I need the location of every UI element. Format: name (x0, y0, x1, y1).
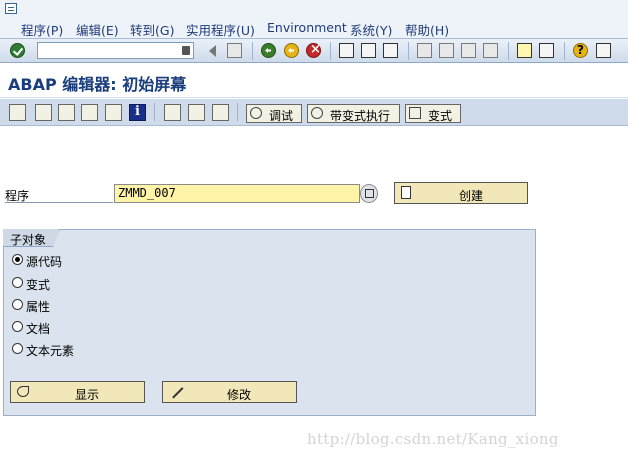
radio-button[interactable] (12, 343, 23, 354)
menu-edit[interactable]: 编辑(E) (76, 20, 119, 39)
value-help-icon[interactable] (360, 184, 378, 203)
toolbar-separator (154, 103, 155, 121)
run-with-variant-button[interactable]: 带变式执行 (307, 104, 400, 123)
page-title: ABAP 编辑器: 初始屏幕 (8, 75, 187, 94)
toolbar-separator (564, 42, 565, 60)
enter-check-icon[interactable] (10, 43, 25, 58)
execute-icon[interactable] (212, 104, 229, 121)
layout-menu-icon[interactable] (596, 43, 611, 58)
create-button[interactable]: 创建 (394, 182, 528, 204)
new-document-icon (401, 186, 411, 199)
radio-label: 变式 (26, 278, 51, 292)
debug-icon (250, 107, 262, 119)
menu-goto[interactable]: 转到(G) (130, 20, 174, 39)
application-toolbar: 调试 带变式执行 变式 (0, 99, 628, 126)
program-input[interactable]: ZMMD_007 (114, 184, 360, 203)
subobjects-title: 子对象 (10, 233, 47, 247)
shortcut-icon[interactable] (539, 43, 554, 58)
toolbar-separator (330, 42, 331, 60)
change-button[interactable]: 修改 (162, 381, 297, 403)
toolbar-separator (252, 42, 253, 60)
display-button[interactable]: 显示 (10, 381, 145, 403)
debug-button[interactable]: 调试 (246, 104, 302, 123)
find-next-icon[interactable] (383, 43, 398, 58)
copy-icon[interactable] (188, 104, 205, 121)
standard-toolbar (0, 38, 628, 63)
first-page-icon[interactable] (417, 43, 432, 58)
new-session-icon[interactable] (517, 43, 532, 58)
toolbar-separator (408, 42, 409, 60)
cancel-icon[interactable] (306, 42, 321, 58)
find-icon[interactable] (361, 43, 376, 58)
top-strip (0, 0, 628, 19)
run-variant-icon (311, 107, 323, 119)
title-bar: ABAP 编辑器: 初始屏幕 (0, 63, 628, 98)
save-icon[interactable] (227, 43, 242, 58)
create-label: 创建 (459, 189, 484, 203)
variant-icon (409, 107, 421, 119)
program-label-underline (5, 202, 113, 203)
command-field[interactable] (37, 42, 194, 59)
check-syntax-icon[interactable] (35, 104, 52, 121)
radio-button-selected[interactable] (12, 254, 23, 265)
previous-page-icon[interactable] (439, 43, 454, 58)
menu-bar: 程序(P) 编辑(E) 转到(G) 实用程序(U) Environment 系统… (0, 19, 628, 38)
menu-program[interactable]: 程序(P) (21, 20, 63, 39)
display-glasses-icon (17, 386, 29, 397)
command-history-icon[interactable] (182, 46, 190, 55)
radio-label: 属性 (26, 300, 51, 314)
radio-label: 文档 (26, 322, 51, 336)
exit-icon[interactable] (284, 43, 299, 58)
variant-button[interactable]: 变式 (405, 104, 461, 123)
last-page-icon[interactable] (483, 43, 498, 58)
print-icon[interactable] (339, 43, 354, 58)
other-object-icon[interactable] (9, 104, 26, 121)
where-used-icon[interactable] (81, 104, 98, 121)
activate-icon[interactable] (58, 104, 75, 121)
program-input-value: ZMMD_007 (118, 186, 176, 200)
pencil-icon (166, 381, 184, 399)
watermark: http://blog.csdn.net/Kang_xiong (307, 430, 559, 448)
back-arrow-icon[interactable] (209, 45, 216, 57)
delete-icon[interactable] (164, 104, 181, 121)
radio-button[interactable] (12, 277, 23, 288)
next-page-icon[interactable] (461, 43, 476, 58)
radio-button[interactable] (12, 321, 23, 332)
toolbar-separator (508, 42, 509, 60)
run-variant-label: 带变式执行 (330, 109, 391, 123)
radio-label: 源代码 (26, 255, 63, 269)
display-label: 显示 (75, 388, 100, 402)
change-label: 修改 (227, 388, 252, 402)
toolbar-separator (237, 103, 238, 121)
back-icon[interactable] (261, 43, 276, 58)
variant-label: 变式 (428, 109, 453, 123)
object-list-icon[interactable] (105, 104, 122, 121)
menu-system[interactable]: 系统(Y) (350, 20, 392, 39)
radio-label: 文本元素 (26, 344, 75, 358)
info-icon[interactable] (129, 104, 146, 121)
debug-label: 调试 (269, 109, 294, 123)
menu-environment[interactable]: Environment (267, 20, 347, 35)
radio-button[interactable] (12, 299, 23, 310)
menu-utilities[interactable]: 实用程序(U) (186, 20, 255, 39)
help-icon[interactable] (573, 43, 588, 58)
window-menu-icon[interactable] (5, 3, 17, 14)
menu-help[interactable]: 帮助(H) (405, 20, 449, 39)
